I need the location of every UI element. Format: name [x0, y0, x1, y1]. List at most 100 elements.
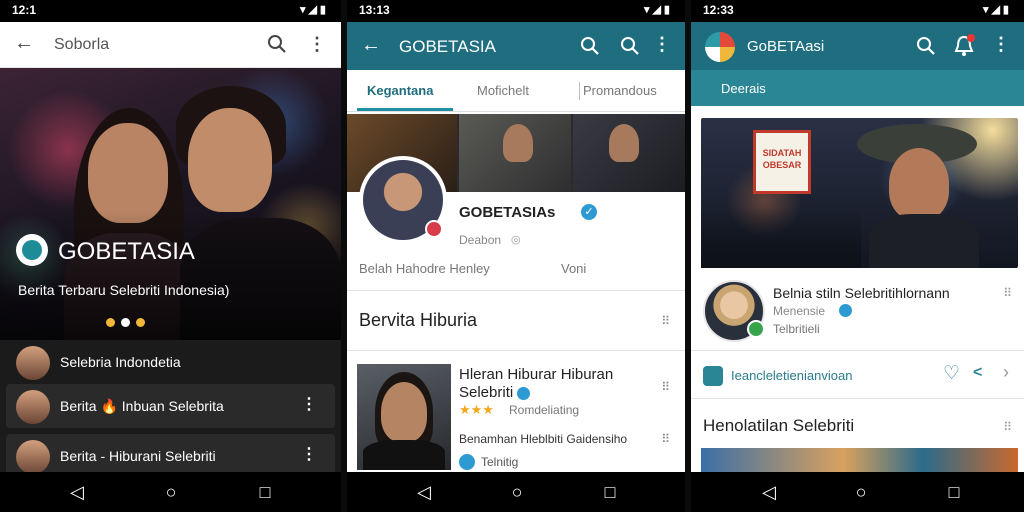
hero-tagline: Berita Terbaru Selebriti Indonesia) [18, 282, 230, 298]
system-nav-bar: ◁ ○ □ [347, 472, 685, 512]
brand-logo-icon [16, 234, 48, 266]
content-preview-image[interactable] [701, 448, 1018, 472]
tab-promandous[interactable]: Promandous [583, 83, 657, 98]
brand-logo-icon[interactable] [705, 32, 735, 62]
heart-icon[interactable]: ♡ [943, 362, 960, 385]
person-image [381, 382, 427, 442]
nav-recent-icon[interactable]: □ [250, 480, 280, 504]
person-image [503, 124, 533, 162]
link-label[interactable]: Ieancleletienianvioan [731, 368, 852, 383]
news-list: Selebria Indondetia Berita 🔥 Inbuan Sele… [0, 340, 341, 478]
share-icon[interactable]: < [973, 364, 982, 382]
chevron-right-icon[interactable]: › [1003, 362, 1009, 383]
nav-recent-icon[interactable]: □ [939, 480, 969, 504]
tab-deerais[interactable]: Deerais [721, 81, 766, 96]
article-meta: Telnitig [481, 455, 519, 469]
back-arrow-icon[interactable]: ← [361, 34, 381, 57]
grid-icon[interactable]: ⠿ [1003, 286, 1012, 300]
avatar [16, 390, 50, 424]
nav-home-icon[interactable]: ○ [846, 480, 876, 504]
status-bar: 12:33 ▾◢▮ [691, 0, 1024, 22]
list-item-label: Selebria Indondetia [60, 354, 181, 370]
person-image [609, 124, 639, 162]
active-tab-indicator [357, 108, 453, 111]
sign-text: SIDATAH OBESAR [762, 148, 802, 170]
camera-icon[interactable]: ◎ [511, 233, 521, 246]
system-nav-bar: ◁ ○ □ [0, 472, 341, 512]
divider [691, 350, 1024, 351]
divider [691, 398, 1024, 399]
status-time: 12:1 [12, 3, 37, 17]
more-options-icon[interactable]: ⋮ [992, 34, 1010, 55]
nav-home-icon[interactable]: ○ [502, 480, 532, 504]
more-options-icon[interactable]: ⋮ [308, 34, 326, 55]
verified-icon: ✓ [581, 204, 597, 220]
carousel-dot[interactable] [136, 318, 145, 327]
notification-badge [967, 34, 975, 42]
search-icon[interactable] [266, 32, 288, 56]
status-badge [425, 220, 443, 238]
carousel-dot[interactable] [121, 318, 130, 327]
grid-icon[interactable]: ⠿ [661, 432, 671, 446]
link-icon[interactable] [703, 366, 723, 386]
hero-gradient [0, 210, 341, 340]
carousel-dot[interactable] [106, 318, 115, 327]
article-title-block[interactable]: Hleran Hiburar Hiburan Selebriti [459, 366, 629, 402]
avatar [16, 440, 50, 474]
more-options-icon[interactable]: ⋮ [653, 34, 671, 55]
search-icon[interactable] [915, 34, 937, 58]
person-image [363, 440, 445, 470]
list-item[interactable]: Selebria Indondetia [0, 340, 341, 384]
more-options-icon[interactable]: ⋮ [301, 444, 317, 464]
screenshot-stage: 12:1 ▾◢▮ ← Soborla ⋮ GOBETASIA Berita Te… [0, 0, 1024, 512]
grid-icon[interactable]: ⠿ [661, 314, 671, 328]
featured-image[interactable]: SIDATAH OBESAR [701, 118, 1018, 268]
carousel-indicator[interactable] [106, 314, 151, 332]
status-badge [747, 320, 765, 338]
status-time: 12:33 [703, 3, 734, 17]
status-bar: 13:13 ▾◢▮ [347, 0, 685, 22]
status-icons: ▾◢▮ [299, 4, 329, 16]
page-title: GOBETASIA [399, 37, 496, 56]
grid-icon[interactable]: ⠿ [661, 380, 671, 394]
tab-kegantana[interactable]: Kegantana [367, 83, 433, 98]
sub-tab-bar: Deerais [691, 70, 1024, 106]
search-icon[interactable] [579, 34, 601, 58]
phone-screen-2: 13:13 ▾◢▮ ← GOBETASIA ⋮ Kegantana Mofich… [347, 0, 685, 512]
celebrity-subtitle: Menensie [773, 304, 826, 318]
nav-back-icon[interactable]: ◁ [754, 480, 784, 504]
nav-home-icon[interactable]: ○ [156, 480, 186, 504]
person-image [889, 148, 949, 220]
rating-stars-icon: ★★★ [459, 402, 494, 417]
profile-name: GOBETASIAs [459, 204, 556, 221]
article-thumbnail[interactable] [357, 364, 451, 470]
page-title: GoBETAasi [747, 38, 825, 55]
avatar [16, 346, 50, 380]
back-arrow-icon[interactable]: ← [14, 32, 34, 55]
tab-mofichelt[interactable]: Mofichelt [477, 83, 529, 98]
hero-banner[interactable]: GOBETASIA Berita Terbaru Selebriti Indon… [0, 68, 341, 353]
list-item-label: Berita - Hiburani Selebriti [60, 448, 216, 464]
search-icon[interactable] [619, 34, 641, 58]
person-image [88, 123, 168, 223]
status-icons: ▾◢▮ [982, 4, 1012, 16]
nav-recent-icon[interactable]: □ [595, 480, 625, 504]
page-title: Soborla [54, 36, 110, 53]
more-options-icon[interactable]: ⋮ [301, 394, 317, 414]
celebrity-tag: Telbritieli [773, 322, 820, 336]
tab-bar: Kegantana Mofichelt Promandous [347, 70, 685, 112]
phone-screen-1: 12:1 ▾◢▮ ← Soborla ⋮ GOBETASIA Berita Te… [0, 0, 341, 512]
app-bar: ← GOBETASIA ⋮ [347, 22, 685, 70]
list-item-label: Berita 🔥 Inbuan Selebrita [60, 398, 224, 414]
article-subtitle: Benamhan Hleblbiti Gaidensiho [459, 432, 628, 446]
article-title: Hleran Hiburar Hiburan Selebriti [459, 366, 614, 401]
nav-back-icon[interactable]: ◁ [409, 480, 439, 504]
profile-meta: Voni [561, 261, 587, 276]
grid-icon[interactable]: ⠿ [1003, 420, 1012, 434]
nav-back-icon[interactable]: ◁ [62, 480, 92, 504]
list-item[interactable]: Berita 🔥 Inbuan Selebrita ⋮ [6, 384, 335, 428]
app-bar: GoBETAasi ⋮ [691, 22, 1024, 70]
status-bar: 12:1 ▾◢▮ [0, 0, 341, 22]
globe-icon [459, 454, 475, 470]
crowd-image [701, 208, 861, 268]
